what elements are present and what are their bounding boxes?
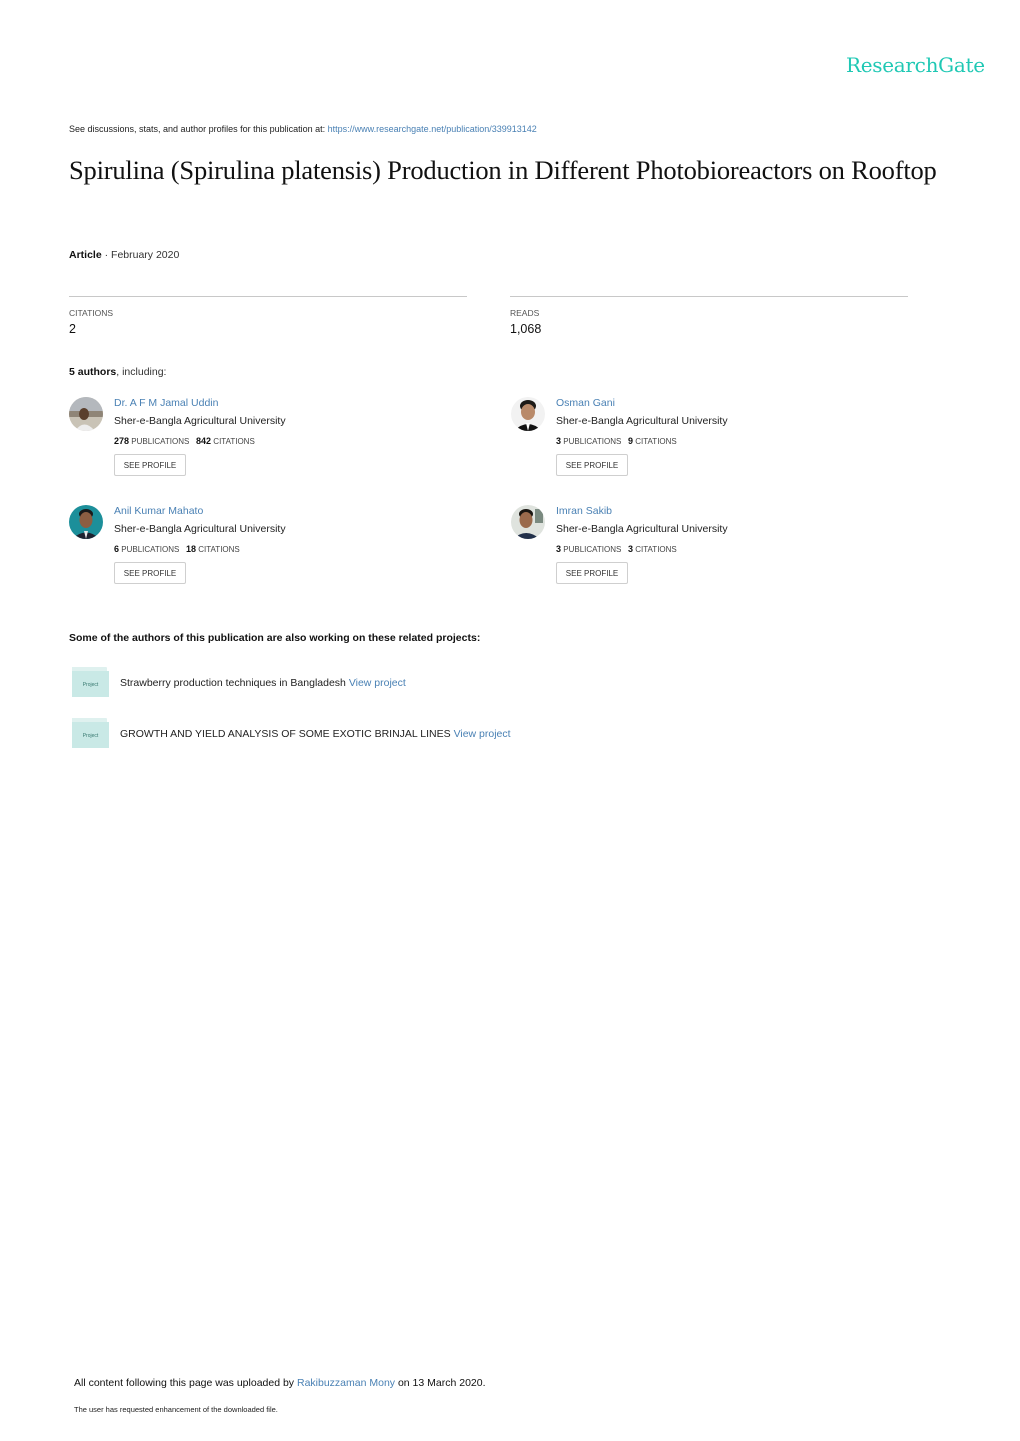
author-institution: Sher-e-Bangla Agricultural University: [556, 523, 728, 535]
see-discussions-text: See discussions, stats, and author profi…: [69, 124, 328, 134]
publications-count: 278: [114, 436, 130, 446]
author-institution: Sher-e-Bangla Agricultural University: [556, 415, 728, 427]
see-profile-button[interactable]: SEE PROFILE: [556, 562, 628, 584]
folder-label: Project: [82, 682, 99, 688]
author-name-link[interactable]: Imran Sakib: [556, 505, 612, 517]
reads-stat: READS 1,068: [510, 296, 908, 336]
author-stats: 3 PUBLICATIONS 3 CITATIONS: [556, 544, 677, 554]
citations-label: CITATIONS: [635, 545, 677, 554]
project-folder-icon[interactable]: Project: [72, 667, 109, 697]
publications-count: 6: [114, 544, 120, 554]
author-avatar[interactable]: [69, 397, 103, 431]
citations-count: 3: [628, 544, 634, 554]
citations-value: 2: [69, 322, 76, 336]
upload-prefix: All content following this page was uplo…: [74, 1377, 297, 1389]
project-title: Strawberry production techniques in Bang…: [120, 677, 346, 689]
author-stats: 3 PUBLICATIONS 9 CITATIONS: [556, 436, 677, 446]
researchgate-logo[interactable]: ResearchGate: [846, 53, 985, 77]
citations-label: CITATIONS: [635, 437, 677, 446]
see-discussions-line: See discussions, stats, and author profi…: [69, 124, 537, 134]
publication-title: Spirulina (Spirulina platensis) Producti…: [69, 155, 937, 185]
publications-label: PUBLICATIONS: [563, 545, 622, 554]
project-title: GROWTH AND YIELD ANALYSIS OF SOME EXOTIC…: [120, 728, 451, 740]
see-profile-button[interactable]: SEE PROFILE: [114, 562, 186, 584]
enhancement-note: The user has requested enhancement of th…: [74, 1405, 278, 1414]
publications-label: PUBLICATIONS: [121, 545, 180, 554]
citations-count: 9: [628, 436, 634, 446]
author-institution: Sher-e-Bangla Agricultural University: [114, 415, 286, 427]
see-profile-button[interactable]: SEE PROFILE: [556, 454, 628, 476]
folder-label: Project: [82, 733, 99, 739]
project-item: Project GROWTH AND YIELD ANALYSIS OF SOM…: [72, 718, 672, 750]
citations-label: CITATIONS: [198, 545, 240, 554]
author-name-link[interactable]: Anil Kumar Mahato: [114, 505, 203, 517]
publications-count: 3: [556, 436, 562, 446]
citations-count: 842: [196, 436, 212, 446]
view-project-link[interactable]: View project: [349, 677, 406, 689]
avatar-photo-icon: [511, 505, 545, 539]
author-card: Imran Sakib Sher-e-Bangla Agricultural U…: [511, 505, 911, 605]
project-text: Strawberry production techniques in Bang…: [120, 677, 406, 689]
citations-label: CITATIONS: [69, 308, 114, 318]
meta-separator: ·: [101, 249, 112, 261]
author-name-link[interactable]: Osman Gani: [556, 397, 615, 409]
authors-heading: 5 authors, including:: [69, 366, 166, 378]
citations-stat: CITATIONS 2: [69, 296, 467, 336]
authors-count: 5 authors: [69, 366, 117, 378]
citations-label: CITATIONS: [213, 437, 255, 446]
project-text: GROWTH AND YIELD ANALYSIS OF SOME EXOTIC…: [120, 728, 511, 740]
project-folder-icon[interactable]: Project: [72, 718, 109, 748]
uploader-link[interactable]: Rakibuzzaman Mony: [297, 1377, 395, 1389]
avatar-photo-icon: [511, 397, 545, 431]
author-name-link[interactable]: Dr. A F M Jamal Uddin: [114, 397, 218, 409]
authors-suffix: , including:: [116, 366, 167, 378]
view-project-link[interactable]: View project: [454, 728, 511, 740]
reads-value: 1,068: [510, 322, 542, 336]
reads-label: READS: [510, 308, 540, 318]
author-card: Osman Gani Sher-e-Bangla Agricultural Un…: [511, 397, 911, 497]
publication-meta: Article · February 2020: [69, 249, 179, 261]
project-item: Project Strawberry production techniques…: [72, 667, 672, 699]
author-avatar[interactable]: [69, 505, 103, 539]
author-card: Dr. A F M Jamal Uddin Sher-e-Bangla Agri…: [69, 397, 469, 497]
related-projects-heading: Some of the authors of this publication …: [69, 632, 481, 644]
author-stats: 6 PUBLICATIONS 18 CITATIONS: [114, 544, 240, 554]
publication-type: Article: [69, 249, 102, 261]
publication-date: February 2020: [111, 249, 180, 261]
avatar-photo-icon: [69, 397, 103, 431]
publication-url-link[interactable]: https://www.researchgate.net/publication…: [328, 124, 537, 134]
publications-count: 3: [556, 544, 562, 554]
author-institution: Sher-e-Bangla Agricultural University: [114, 523, 286, 535]
upload-notice: All content following this page was uplo…: [74, 1377, 486, 1389]
upload-suffix: on 13 March 2020.: [395, 1377, 486, 1389]
publications-label: PUBLICATIONS: [563, 437, 622, 446]
author-stats: 278 PUBLICATIONS 842 CITATIONS: [114, 436, 255, 446]
author-card: Anil Kumar Mahato Sher-e-Bangla Agricult…: [69, 505, 469, 605]
see-profile-button[interactable]: SEE PROFILE: [114, 454, 186, 476]
publications-label: PUBLICATIONS: [131, 437, 190, 446]
citations-count: 18: [186, 544, 197, 554]
avatar-photo-icon: [69, 505, 103, 539]
author-avatar[interactable]: [511, 397, 545, 431]
author-avatar[interactable]: [511, 505, 545, 539]
